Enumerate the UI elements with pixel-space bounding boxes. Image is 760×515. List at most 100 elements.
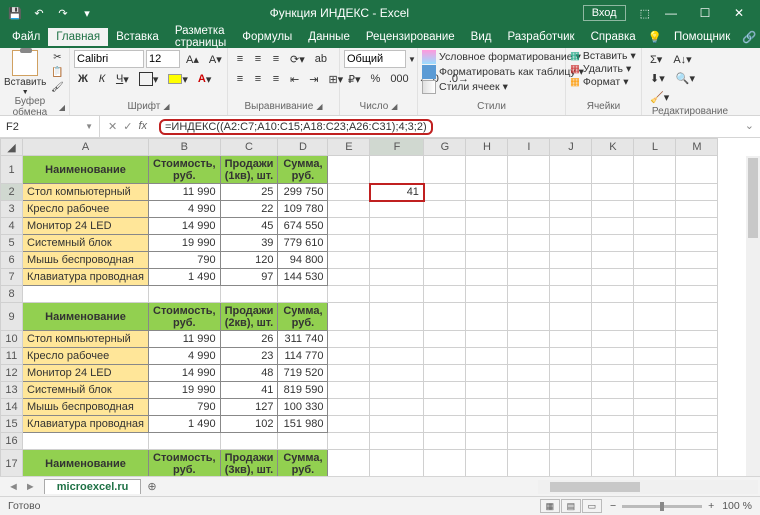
cell[interactable] [508, 218, 550, 235]
cell[interactable] [634, 450, 676, 477]
close-icon[interactable]: ✕ [724, 6, 754, 20]
cell[interactable] [550, 269, 592, 286]
cell[interactable] [508, 303, 550, 331]
grow-font-icon[interactable]: A▴ [182, 50, 203, 68]
comma-icon[interactable]: 000 [386, 70, 412, 88]
cell[interactable] [370, 433, 424, 450]
number-launcher-icon[interactable]: ◢ [391, 102, 397, 111]
cell[interactable]: 22 [220, 201, 278, 218]
cell[interactable]: 11 990 [149, 184, 221, 201]
cell[interactable] [328, 303, 370, 331]
cell[interactable] [676, 252, 718, 269]
row-header[interactable]: 7 [1, 269, 23, 286]
cell[interactable]: Клавиатура проводная [23, 416, 149, 433]
cell[interactable] [424, 416, 466, 433]
worksheet-area[interactable]: ◢ A B C D E F G H I J K L M 1 Наименован… [0, 138, 760, 476]
cell[interactable]: Монитор 24 LED [23, 365, 149, 382]
cell[interactable] [592, 235, 634, 252]
tab-scroll-left-icon[interactable]: ◄ [8, 481, 19, 493]
cell[interactable] [676, 331, 718, 348]
cell[interactable] [466, 331, 508, 348]
cell[interactable]: 25 [220, 184, 278, 201]
bold-button[interactable]: Ж [74, 70, 92, 88]
cell[interactable] [466, 201, 508, 218]
cell[interactable] [23, 286, 149, 303]
cell[interactable] [424, 156, 466, 184]
expand-formula-icon[interactable]: ⌄ [745, 119, 754, 132]
row-header[interactable]: 16 [1, 433, 23, 450]
cell[interactable] [328, 235, 370, 252]
cell[interactable] [328, 399, 370, 416]
cell[interactable] [370, 286, 424, 303]
cell[interactable] [550, 450, 592, 477]
cell[interactable] [328, 365, 370, 382]
copy-icon[interactable]: 📋 [50, 65, 64, 79]
cancel-formula-icon[interactable]: ✕ [108, 120, 117, 133]
tab-data[interactable]: Данные [300, 28, 358, 46]
cell[interactable] [370, 416, 424, 433]
cell[interactable] [550, 286, 592, 303]
row-header[interactable]: 5 [1, 235, 23, 252]
cell[interactable] [592, 399, 634, 416]
cell[interactable] [592, 269, 634, 286]
cell[interactable] [676, 433, 718, 450]
col-header-J[interactable]: J [550, 139, 592, 156]
col-header-A[interactable]: A [23, 139, 149, 156]
cell[interactable] [466, 399, 508, 416]
font-size-input[interactable] [146, 50, 180, 68]
align-left-icon[interactable]: ≡ [232, 70, 248, 88]
cell[interactable] [328, 382, 370, 399]
row-header[interactable]: 8 [1, 286, 23, 303]
cell[interactable] [370, 348, 424, 365]
cell[interactable] [424, 433, 466, 450]
qat-more-icon[interactable]: ▾ [78, 4, 96, 22]
font-color-button[interactable]: A▾ [194, 70, 215, 88]
cell[interactable]: 97 [220, 269, 278, 286]
cell[interactable] [550, 201, 592, 218]
cut-icon[interactable]: ✂ [50, 50, 64, 64]
cell[interactable] [424, 450, 466, 477]
wrap-text-icon[interactable]: ab [311, 50, 331, 68]
cell[interactable]: Системный блок [23, 235, 149, 252]
cell[interactable] [508, 252, 550, 269]
col-header-D[interactable]: D [278, 139, 328, 156]
login-button[interactable]: Вход [583, 5, 626, 21]
cell[interactable] [328, 201, 370, 218]
cell[interactable] [592, 348, 634, 365]
cell[interactable]: 19 990 [149, 235, 221, 252]
cell[interactable]: 4 990 [149, 201, 221, 218]
col-header-L[interactable]: L [634, 139, 676, 156]
cell[interactable] [550, 331, 592, 348]
row-header[interactable]: 10 [1, 331, 23, 348]
cell[interactable] [466, 365, 508, 382]
cell[interactable] [278, 286, 328, 303]
cell[interactable]: 151 980 [278, 416, 328, 433]
cell[interactable]: Стоимость, руб. [149, 450, 221, 477]
clipboard-launcher-icon[interactable]: ◢ [59, 103, 65, 112]
cell[interactable] [370, 156, 424, 184]
cell[interactable] [550, 218, 592, 235]
cell[interactable] [508, 286, 550, 303]
cell[interactable]: 109 780 [278, 201, 328, 218]
cell[interactable] [550, 433, 592, 450]
cell[interactable]: 674 550 [278, 218, 328, 235]
col-header-B[interactable]: B [149, 139, 221, 156]
cell[interactable]: Наименование [23, 156, 149, 184]
cell[interactable] [550, 184, 592, 201]
cell[interactable]: 120 [220, 252, 278, 269]
cell[interactable] [508, 348, 550, 365]
cell[interactable] [370, 303, 424, 331]
cell[interactable]: Наименование [23, 450, 149, 477]
cell[interactable]: Стоимость, руб. [149, 303, 221, 331]
row-header[interactable]: 15 [1, 416, 23, 433]
cell[interactable] [370, 450, 424, 477]
cell[interactable] [508, 235, 550, 252]
cell[interactable] [328, 450, 370, 477]
sort-filter-icon[interactable]: A↓▾ [669, 50, 695, 68]
cell[interactable] [508, 184, 550, 201]
align-bottom-icon[interactable]: ≡ [268, 50, 284, 68]
cell[interactable] [592, 433, 634, 450]
zoom-out-icon[interactable]: − [610, 500, 616, 512]
cell[interactable] [592, 184, 634, 201]
cell[interactable] [592, 286, 634, 303]
